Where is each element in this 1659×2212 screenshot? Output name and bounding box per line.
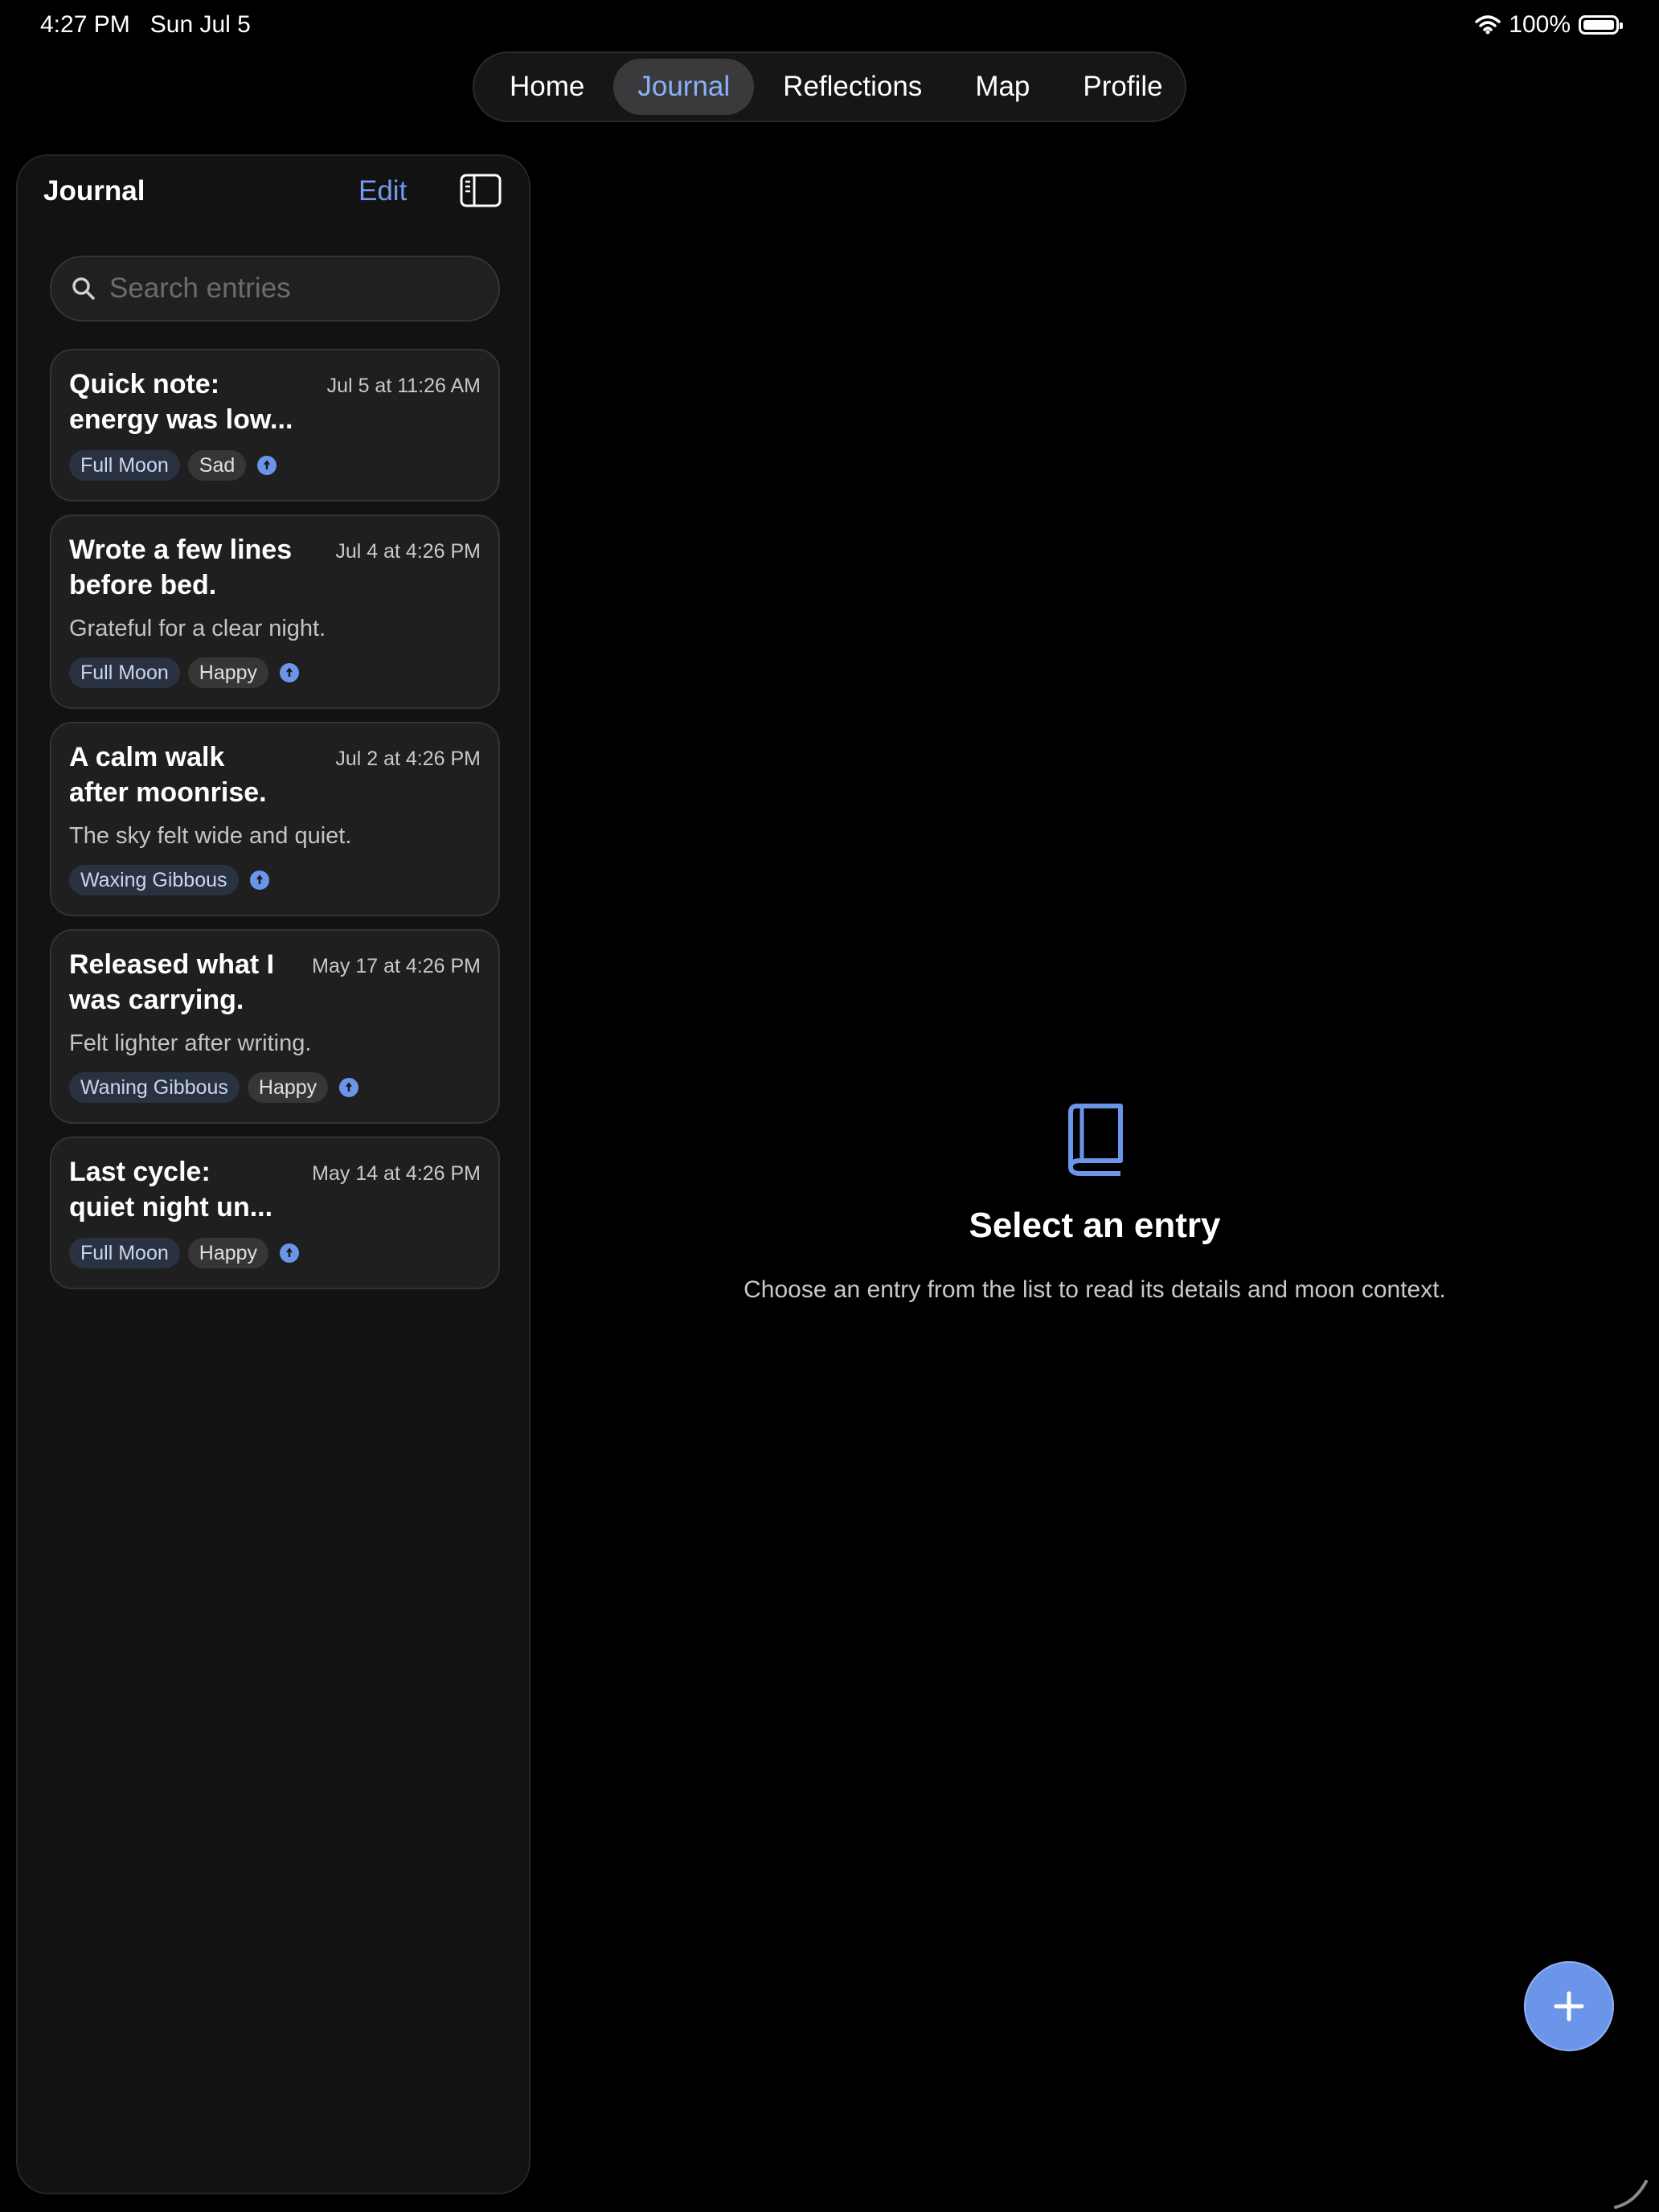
status-time: 4:27 PM Sun Jul 5 <box>40 11 251 39</box>
entry-title-line: Quick note: <box>69 369 220 399</box>
mood-tag: Happy <box>187 657 269 688</box>
entry-date: May 14 at 4:26 PM <box>312 1162 481 1185</box>
status-indicators: 100% <box>1475 11 1623 39</box>
battery-percent: 100% <box>1509 11 1571 38</box>
tab-map[interactable]: Map <box>951 59 1054 115</box>
info-icon <box>280 1243 300 1263</box>
entry-date: May 17 at 4:26 PM <box>312 955 481 977</box>
sidebar-title: Journal <box>43 175 145 207</box>
mood-tag: Sad <box>187 450 247 481</box>
entry-title-line: quiet night un... <box>69 1192 273 1223</box>
status-date: Sun Jul 5 <box>150 11 251 38</box>
entry-title: A calm walk after moonrise. <box>69 739 310 810</box>
moon-phase-tag: Waning Gibbous <box>69 1072 240 1103</box>
search-icon <box>72 277 95 300</box>
entry-title: Quick note: energy was low... <box>69 367 310 437</box>
entry-title-line: before bed. <box>69 570 217 600</box>
mood-tag: Happy <box>247 1072 329 1103</box>
entry-tags: Full Moon Happy <box>69 657 300 688</box>
tab-journal[interactable]: Journal <box>613 59 755 115</box>
entry-title: Wrote a few lines before bed. <box>69 532 310 603</box>
info-icon <box>249 870 269 890</box>
entry-date: Jul 2 at 4:26 PM <box>335 748 481 770</box>
tab-profile[interactable]: Profile <box>1059 59 1186 115</box>
entry-title-line: A calm walk <box>69 742 225 772</box>
journal-sidebar: Journal Edit Quick note: energy was low.… <box>16 154 530 2194</box>
status-bar: 4:27 PM Sun Jul 5 100% <box>0 0 1659 51</box>
moon-phase-tag: Full Moon <box>69 1238 180 1268</box>
info-icon <box>257 456 277 475</box>
plus-icon <box>1554 1991 1584 2022</box>
empty-state-subtitle: Choose an entry from the list to read it… <box>743 1276 1446 1303</box>
entry-title-line: energy was low... <box>69 404 293 435</box>
entry-title-line: was carrying. <box>69 985 244 1015</box>
battery-icon <box>1579 15 1623 35</box>
info-icon <box>280 663 300 682</box>
journal-entry-card[interactable]: A calm walk after moonrise. Jul 2 at 4:2… <box>50 722 500 916</box>
edit-button[interactable]: Edit <box>358 175 407 207</box>
moon-phase-tag: Full Moon <box>69 657 180 688</box>
journal-entry-card[interactable]: Last cycle: quiet night un... May 14 at … <box>50 1137 500 1289</box>
wifi-icon <box>1475 15 1501 35</box>
search-bar <box>50 256 500 322</box>
entry-date: Jul 4 at 4:26 PM <box>335 540 481 563</box>
entry-tags: Full Moon Sad <box>69 450 277 481</box>
entry-tags: Waning Gibbous Happy <box>69 1072 359 1103</box>
entry-preview: Felt lighter after writing. <box>69 1030 312 1056</box>
entry-title-line: Wrote a few lines <box>69 535 293 565</box>
entry-title-line: after moonrise. <box>69 777 267 808</box>
tab-home[interactable]: Home <box>485 59 608 115</box>
entry-title-line: Last cycle: <box>69 1157 211 1187</box>
search-input[interactable] <box>108 272 489 305</box>
empty-state-title: Select an entry <box>969 1206 1221 1245</box>
sidebar-toggle-icon[interactable] <box>460 174 502 207</box>
moon-phase-tag: Full Moon <box>69 450 180 481</box>
add-entry-button[interactable] <box>1524 1961 1614 2051</box>
entry-title-line: Released what I <box>69 949 275 980</box>
resize-handle-icon[interactable] <box>1611 2170 1651 2210</box>
moon-phase-tag: Waxing Gibbous <box>69 865 239 895</box>
entry-tags: Full Moon Happy <box>69 1238 300 1268</box>
entry-title: Released what I was carrying. <box>69 947 310 1018</box>
entry-date: Jul 5 at 11:26 AM <box>326 375 481 397</box>
entry-tags: Waxing Gibbous <box>69 865 269 895</box>
top-tab-bar: Home Journal Reflections Map Profile <box>473 51 1186 122</box>
journal-entry-card[interactable]: Released what I was carrying. May 17 at … <box>50 929 500 1124</box>
journal-entry-card[interactable]: Quick note: energy was low... Jul 5 at 1… <box>50 349 500 502</box>
entry-preview: Grateful for a clear night. <box>69 616 326 641</box>
entry-preview: The sky felt wide and quiet. <box>69 823 352 849</box>
journal-entry-card[interactable]: Wrote a few lines before bed. Jul 4 at 4… <box>50 514 500 709</box>
info-icon <box>339 1078 359 1097</box>
clock: 4:27 PM <box>40 11 130 38</box>
book-icon <box>1068 1104 1123 1176</box>
mood-tag: Happy <box>187 1238 269 1268</box>
tab-reflections[interactable]: Reflections <box>759 59 946 115</box>
entry-title: Last cycle: quiet night un... <box>69 1154 310 1225</box>
